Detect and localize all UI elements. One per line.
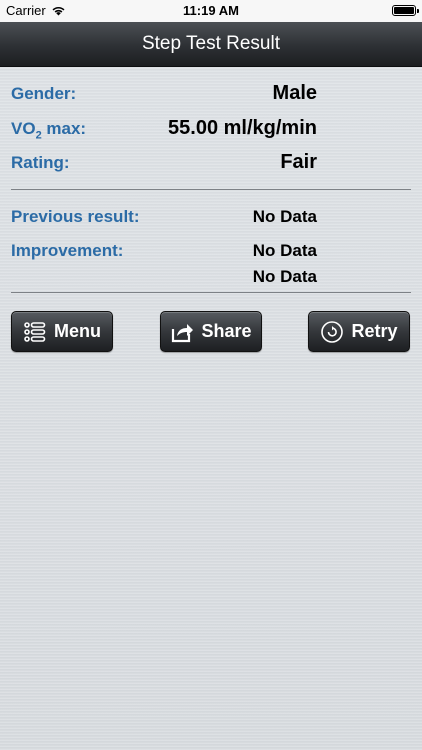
page-title: Step Test Result (141, 33, 280, 54)
battery-icon (392, 5, 419, 16)
improvement-row: Improvement: No Data (0, 240, 422, 264)
list-icon (24, 321, 46, 342)
improvement-label: Improvement: (11, 241, 124, 260)
share-button-label: Share (201, 321, 252, 341)
gender-row: Gender: Male (0, 82, 422, 106)
improvement-row-2: No Data (0, 266, 422, 290)
menu-button-label: Menu (54, 321, 101, 341)
divider-bottom (11, 292, 411, 293)
share-icon (172, 323, 194, 342)
gender-value: Male (272, 82, 317, 104)
improvement-value-1: No Data (252, 241, 317, 260)
retry-button-label: Retry (351, 321, 398, 341)
rating-row: Rating: Fair (0, 151, 422, 175)
previous-result-row: Previous result: No Data (0, 206, 422, 230)
vo2-value: 55.00 ml/kg/min (168, 117, 317, 139)
rating-label: Rating: (11, 153, 70, 172)
retry-icon (321, 320, 344, 343)
status-bar: Carrier 11:19 AM (0, 0, 422, 22)
previous-result-value: No Data (252, 207, 317, 226)
vo2-label-suffix: max: (41, 119, 87, 138)
improvement-value-2: No Data (252, 267, 317, 286)
share-button[interactable]: Share (160, 311, 262, 352)
rating-value: Fair (280, 151, 317, 173)
status-time: 11:19 AM (183, 3, 239, 18)
menu-button[interactable]: Menu (11, 311, 113, 352)
vo2-row: VO2 max: 55.00 ml/kg/min (0, 117, 422, 141)
gender-label: Gender: (11, 84, 77, 103)
divider-top (11, 189, 411, 190)
navigation-bar: Step Test Result (0, 22, 422, 67)
previous-result-label: Previous result: (11, 207, 140, 226)
vo2-label: VO2 max: (11, 119, 86, 141)
retry-button[interactable]: Retry (308, 311, 410, 352)
vo2-label-prefix: VO (11, 119, 36, 138)
